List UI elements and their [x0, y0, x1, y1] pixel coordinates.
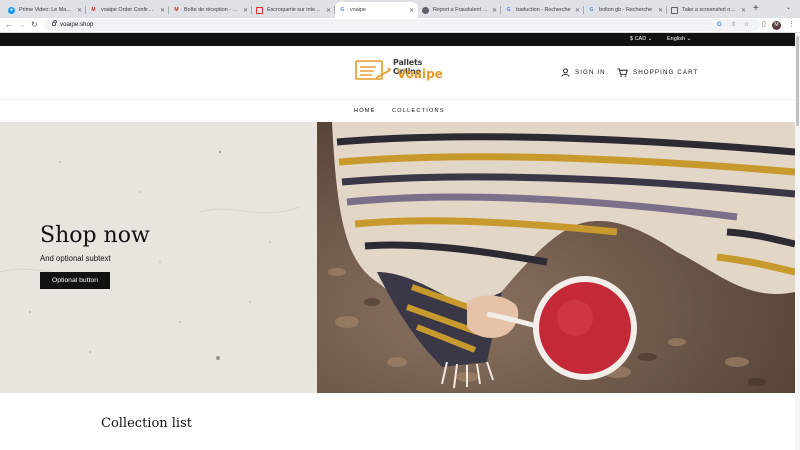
forward-icon[interactable]: →	[18, 19, 26, 31]
page-scrollbar[interactable]	[795, 33, 800, 450]
language-selector[interactable]: English ⌄	[667, 33, 691, 46]
shopping-cart-link[interactable]: SHOPPING CART	[617, 68, 698, 77]
blanket-tea-photo	[317, 122, 795, 393]
google-icon: G	[506, 7, 511, 13]
main-nav: HOME COLLECTIONS	[0, 100, 795, 122]
nav-item-home[interactable]: HOME	[354, 100, 376, 122]
close-tab-icon[interactable]: ✕	[575, 7, 580, 14]
close-tab-icon[interactable]: ✕	[243, 7, 248, 14]
gmail-icon: M	[174, 7, 179, 13]
google-lens-icon[interactable]: G	[717, 19, 722, 31]
bitdefender-icon	[422, 6, 429, 14]
bookmark-star-icon[interactable]: ☆	[744, 19, 749, 31]
cart-icon	[617, 68, 628, 77]
nav-item-collections[interactable]: COLLECTIONS	[392, 100, 445, 122]
browser-tab-active[interactable]: G voaipe ✕	[335, 2, 418, 18]
site-header: Pallets Online Voaipe SIGN IN SHOPPING C…	[0, 46, 795, 100]
gmail-icon: M	[91, 7, 96, 13]
browser-tab-strip: ● Prime Video: Le Maître ✕ M voaipe Orde…	[0, 0, 800, 18]
address-bar[interactable]: voaipe.shop G ⇧ ☆	[44, 19, 760, 31]
close-tab-icon[interactable]: ✕	[326, 7, 331, 14]
close-tab-icon[interactable]: ✕	[160, 7, 165, 14]
browser-tab[interactable]: Report a Fraudulent Site ✕	[418, 2, 501, 18]
close-tab-icon[interactable]: ✕	[77, 7, 82, 14]
reload-icon[interactable]: ↻	[31, 19, 38, 31]
google-icon: G	[340, 7, 345, 13]
currency-selector[interactable]: $ CAD ⌄	[630, 33, 652, 46]
scrollbar-thumb[interactable]	[796, 36, 799, 126]
side-panel-icon[interactable]: ▯	[762, 20, 766, 30]
hero-heading: Shop now	[40, 223, 150, 248]
browser-tab[interactable]: M Boîte de réception - lucy ✕	[169, 2, 252, 18]
avatar[interactable]: M	[772, 21, 781, 30]
browser-tab[interactable]: G traduction - Recherche ✕	[501, 2, 584, 18]
pallet-truck-icon	[355, 60, 392, 80]
close-tab-icon[interactable]: ✕	[741, 7, 746, 14]
url-text[interactable]: voaipe.shop	[60, 19, 93, 31]
hero-cta-button[interactable]: Optional button	[40, 272, 110, 289]
sign-in-link[interactable]: SIGN IN	[561, 68, 606, 77]
back-icon[interactable]: ←	[5, 19, 13, 31]
browser-tab[interactable]: G bolton gb - Recherche ✕	[584, 2, 667, 18]
hero-text-panel: Shop now And optional subtext Optional b…	[0, 122, 317, 393]
announcement-bar: $ CAD ⌄ English ⌄	[0, 33, 795, 46]
browser-tab[interactable]: ● Prime Video: Le Maître ✕	[4, 2, 86, 18]
hero-subtext: And optional subtext	[40, 254, 111, 263]
kebab-menu-icon[interactable]: ⋮	[788, 20, 795, 30]
browser-toolbar: ← → ↻ voaipe.shop G ⇧ ☆ ▯ M ⋮	[0, 18, 800, 33]
collection-list-heading: Collection list	[101, 416, 192, 431]
browser-tab[interactable]: M voaipe Order Confirmed ✕	[86, 2, 169, 18]
hero-image	[317, 122, 795, 393]
user-icon	[561, 68, 570, 77]
prime-video-icon: ●	[8, 6, 15, 14]
gov-icon	[256, 6, 263, 14]
close-tab-icon[interactable]: ✕	[658, 7, 663, 14]
browser-tab[interactable]: Escroquerie sur internet ✕	[252, 2, 335, 18]
close-tab-icon[interactable]: ✕	[492, 7, 497, 14]
share-icon[interactable]: ⇧	[731, 19, 736, 31]
hero-banner: Shop now And optional subtext Optional b…	[0, 122, 795, 393]
logo-text-brand: Voaipe	[397, 67, 443, 81]
new-tab-button[interactable]: +	[753, 3, 759, 15]
doc-icon	[671, 6, 678, 14]
store-logo[interactable]: Pallets Online Voaipe	[354, 56, 443, 86]
close-tab-icon[interactable]: ✕	[409, 7, 414, 14]
lock-icon[interactable]	[52, 20, 57, 26]
tab-search-icon[interactable]: ⌄	[786, 4, 791, 11]
browser-tab[interactable]: Take a screenshot on y ✕	[667, 2, 750, 18]
google-icon: G	[589, 7, 594, 13]
